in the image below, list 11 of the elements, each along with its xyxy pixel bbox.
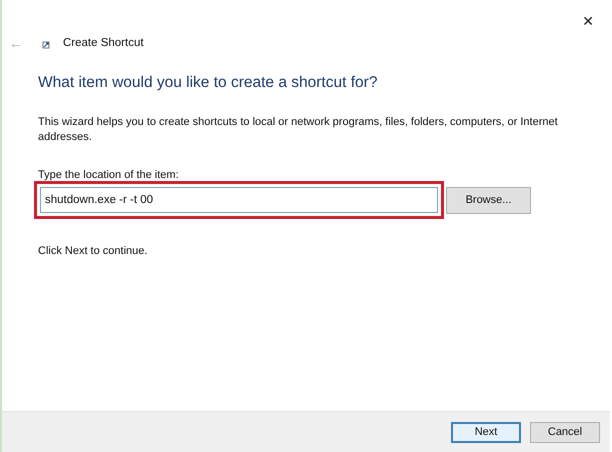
hint-text: Click Next to continue. bbox=[38, 245, 148, 257]
close-button[interactable]: ✕ bbox=[582, 14, 594, 30]
field-label: Type the location of the item: bbox=[38, 169, 180, 181]
page-heading: What item would you like to create a shortcut for? bbox=[38, 74, 378, 92]
window-title: Create Shortcut bbox=[63, 37, 144, 49]
cancel-button[interactable]: Cancel bbox=[530, 422, 600, 442]
shortcut-icon bbox=[42, 41, 50, 49]
browse-button[interactable]: Browse... bbox=[446, 186, 531, 214]
next-button[interactable]: Next bbox=[451, 422, 521, 442]
location-field[interactable]: shutdown.exe -r -t 00 bbox=[40, 187, 438, 213]
description-text: This wizard helps you to create shortcuts to local or network programs, files, folders, computers, or Internet addresses. bbox=[38, 115, 559, 145]
